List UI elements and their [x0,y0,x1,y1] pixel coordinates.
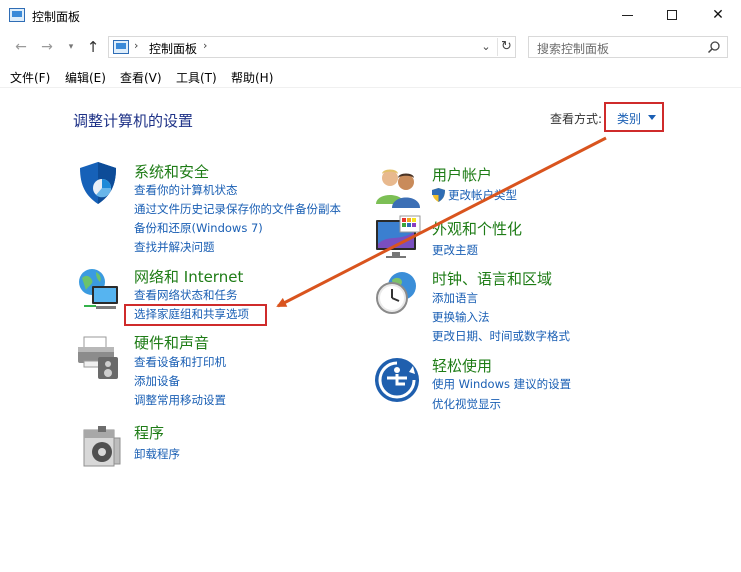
menu-help[interactable]: 帮助(H) [231,69,273,86]
link-troubleshoot[interactable]: 查找并解决问题 [134,239,215,255]
address-dropdown-button[interactable]: ⌄ [477,38,495,56]
link-optimize-visual-display[interactable]: 优化视觉显示 [432,396,501,412]
menu-view[interactable]: 查看(V) [120,69,162,86]
menu-tools[interactable]: 工具(T) [176,69,217,86]
user-accounts-icon[interactable] [374,162,422,210]
printer-icon[interactable] [74,333,122,381]
uac-shield-icon [432,188,445,202]
clock-globe-icon[interactable] [372,268,420,316]
link-add-device[interactable]: 添加设备 [134,373,180,389]
menu-bar: 文件(F) 编辑(E) 查看(V) 工具(T) 帮助(H) [0,66,741,88]
link-network-status[interactable]: 查看网络状态和任务 [134,287,238,303]
link-file-history[interactable]: 通过文件历史记录保存你的文件备份副本 [134,201,341,217]
category-clock-language-region[interactable]: 时钟、语言和区域 [432,268,552,289]
refresh-button[interactable]: ↻ [497,38,515,56]
recent-locations-button[interactable]: ▾ [62,38,80,56]
address-bar[interactable]: › 控制面板 › ⌄ ↻ [108,36,516,58]
homegroup-highlight [124,304,267,326]
link-devices-printers[interactable]: 查看设备和打印机 [134,354,226,370]
arrow-right-icon: → [41,39,53,55]
ease-of-access-icon[interactable] [373,356,421,404]
minimize-icon [621,14,633,16]
search-icon[interactable] [707,40,721,54]
link-change-input-method[interactable]: 更换输入法 [432,309,490,325]
chevron-down-icon: ▾ [68,42,74,52]
category-ease-of-access[interactable]: 轻松使用 [432,355,492,376]
chevron-right-icon[interactable]: › [134,39,138,52]
arrow-left-icon: ← [15,39,27,55]
link-change-theme[interactable]: 更改主题 [432,242,478,258]
menu-edit[interactable]: 编辑(E) [65,69,106,86]
arrow-up-icon: ↑ [86,38,100,56]
link-windows-recommended-settings[interactable]: 使用 Windows 建议的设置 [432,376,571,392]
category-hardware-sound[interactable]: 硬件和声音 [134,332,209,353]
page-title: 调整计算机的设置 [73,112,194,130]
back-button[interactable]: ← [12,38,30,56]
close-icon: ✕ [712,7,724,23]
chevron-right-icon[interactable]: › [203,39,207,52]
link-uninstall-program[interactable]: 卸载程序 [134,446,180,462]
search-input[interactable]: 搜索控制面板 [528,36,728,58]
category-system-security[interactable]: 系统和安全 [134,161,209,182]
control-panel-icon [9,8,25,22]
category-appearance[interactable]: 外观和个性化 [432,218,522,239]
chevron-down-icon[interactable] [648,115,656,120]
view-by-dropdown[interactable]: 类别 [617,110,641,127]
programs-icon[interactable] [78,422,126,470]
link-add-language[interactable]: 添加语言 [432,290,478,306]
link-backup-restore[interactable]: 备份和还原(Windows 7) [134,220,263,236]
category-network-internet[interactable]: 网络和 Internet [134,266,243,287]
minimize-button[interactable] [604,0,650,30]
shield-icon[interactable] [74,158,122,206]
menu-file[interactable]: 文件(F) [10,69,50,86]
link-mobility-settings[interactable]: 调整常用移动设置 [134,392,226,408]
search-placeholder: 搜索控制面板 [537,42,610,56]
title-bar: 控制面板 ✕ [0,0,741,32]
link-change-account-type[interactable]: 更改帐户类型 [448,187,517,203]
appearance-icon[interactable] [374,214,422,262]
link-view-computer-status[interactable]: 查看你的计算机状态 [134,182,238,198]
navigation-bar: ← → ▾ ↑ › 控制面板 › ⌄ ↻ 搜索控制面板 [0,32,741,62]
category-user-accounts[interactable]: 用户帐户 [432,164,492,185]
window-title: 控制面板 [32,10,81,24]
forward-button[interactable]: → [38,38,56,56]
close-button[interactable]: ✕ [695,0,741,30]
network-globe-icon[interactable] [74,266,122,314]
maximize-button[interactable] [649,0,695,30]
control-panel-icon [113,40,129,54]
breadcrumb-control-panel[interactable]: 控制面板 [149,40,197,57]
link-date-time-format[interactable]: 更改日期、时间或数字格式 [432,328,570,344]
maximize-icon [667,10,677,20]
category-programs[interactable]: 程序 [134,422,164,443]
up-button[interactable]: ↑ [84,38,102,56]
view-by-label: 查看方式: [550,112,603,126]
